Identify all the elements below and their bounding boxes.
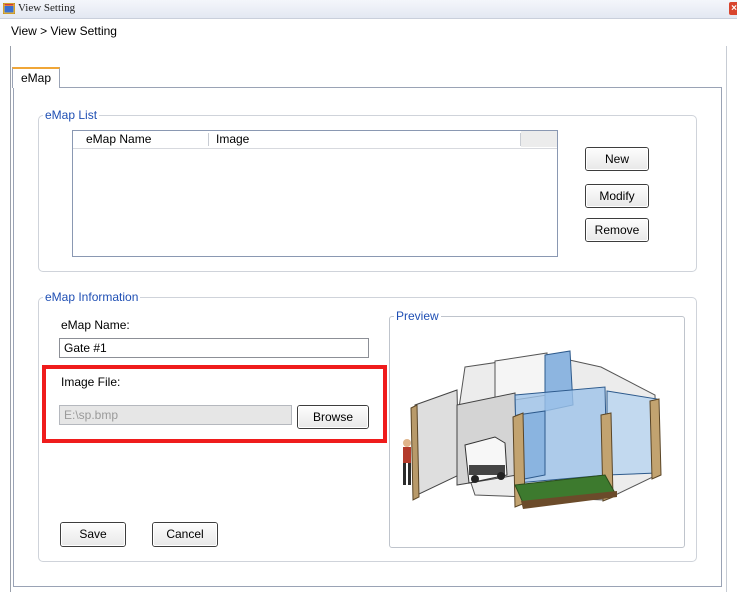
title-bar: View Setting × xyxy=(0,0,737,19)
save-button-label: Save xyxy=(61,523,125,546)
save-button[interactable]: Save xyxy=(60,522,126,547)
app-window-icon xyxy=(3,3,15,14)
remove-button-label: Remove xyxy=(586,219,648,241)
emap-list-legend: eMap List xyxy=(43,108,100,122)
tab-emap[interactable]: eMap xyxy=(12,67,60,88)
emap-list-view[interactable]: eMap Name Image xyxy=(72,130,558,257)
column-header-emap-name[interactable]: eMap Name xyxy=(86,132,151,147)
modify-button[interactable]: Modify xyxy=(585,184,649,208)
emap-name-label: eMap Name: xyxy=(61,318,130,332)
modify-button-label: Modify xyxy=(586,185,648,207)
preview-legend: Preview xyxy=(394,309,441,323)
window-title: View Setting xyxy=(18,2,76,14)
remove-button[interactable]: Remove xyxy=(585,218,649,242)
preview-image xyxy=(395,325,679,540)
highlight-box xyxy=(42,365,387,443)
column-divider[interactable] xyxy=(208,133,209,146)
new-button-label: New xyxy=(586,148,648,170)
column-header-image[interactable]: Image xyxy=(216,132,249,147)
list-header: eMap Name Image xyxy=(73,131,557,149)
cancel-button[interactable]: Cancel xyxy=(152,522,218,547)
new-button[interactable]: New xyxy=(585,147,649,171)
building-model-image xyxy=(395,325,679,540)
emap-name-input[interactable]: Gate #1 xyxy=(59,338,369,358)
cancel-button-label: Cancel xyxy=(153,523,217,546)
emap-information-legend: eMap Information xyxy=(43,290,141,304)
column-header-filler xyxy=(521,131,557,147)
close-icon[interactable]: × xyxy=(729,2,737,15)
preview-group xyxy=(389,316,685,548)
breadcrumb: View > View Setting xyxy=(11,24,117,38)
